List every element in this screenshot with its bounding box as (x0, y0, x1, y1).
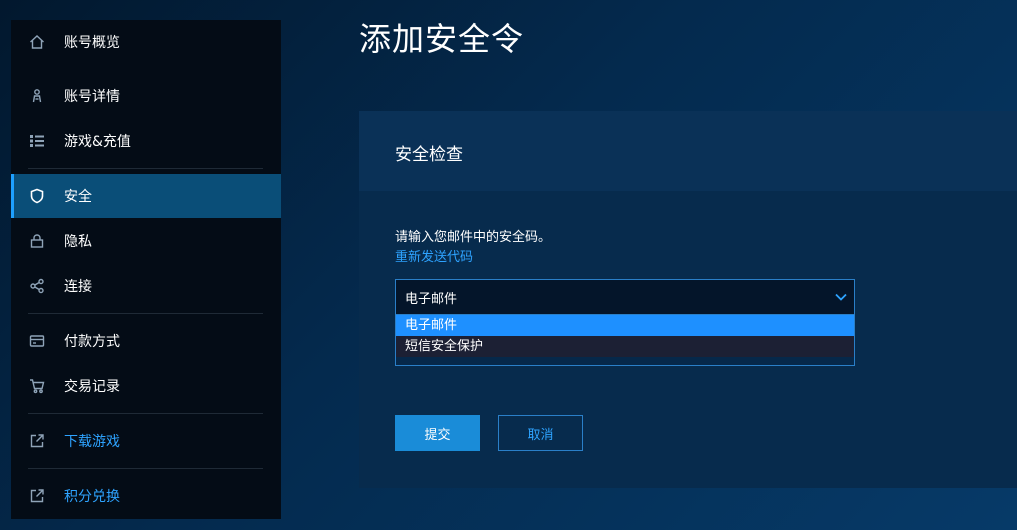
sidebar-item-label: 安全 (64, 189, 92, 205)
card-header: 安全检查 (359, 111, 1017, 191)
home-icon (28, 33, 46, 51)
instruction-text: 请输入您邮件中的安全码。 (395, 230, 552, 245)
sidebar-item-label: 游戏&充值 (64, 134, 131, 150)
external-link-icon (28, 432, 46, 450)
card-title: 安全检查 (395, 145, 463, 165)
sidebar: 账号概览 账号详情 游戏&充值 安全 隐私 连接 付款方式 交易记录 下载游戏 … (11, 20, 281, 519)
security-check-card: 安全检查 请输入您邮件中的安全码。 重新发送代码 电子邮件 电子邮件 短信安全保… (359, 111, 1017, 488)
sidebar-item-games[interactable]: 游戏&充值 (11, 119, 281, 163)
sidebar-item-points-redeem[interactable]: 积分兑换 (11, 474, 281, 518)
sidebar-item-label: 积分兑换 (64, 489, 120, 505)
sidebar-item-account-overview[interactable]: 账号概览 (11, 20, 281, 64)
select-value: 电子邮件 (405, 291, 458, 307)
sidebar-item-download-games[interactable]: 下载游戏 (11, 419, 281, 463)
page-title: 添加安全令 (359, 20, 525, 58)
sidebar-item-label: 隐私 (64, 234, 92, 250)
sidebar-item-payment-methods[interactable]: 付款方式 (11, 319, 281, 363)
sidebar-divider (28, 413, 263, 414)
shield-icon (28, 187, 46, 205)
verification-method-dropdown: 电子邮件 短信安全保护 (395, 315, 855, 366)
sidebar-item-label: 账号详情 (64, 89, 120, 105)
verification-method-select[interactable]: 电子邮件 (395, 279, 855, 315)
cancel-button[interactable]: 取消 (498, 415, 583, 451)
sidebar-item-label: 交易记录 (64, 379, 120, 395)
sidebar-item-label: 下载游戏 (64, 434, 120, 450)
sidebar-divider (28, 468, 263, 469)
credit-card-icon (28, 332, 46, 350)
sidebar-item-label: 付款方式 (64, 334, 120, 350)
sidebar-item-connections[interactable]: 连接 (11, 264, 281, 308)
sidebar-item-account-details[interactable]: 账号详情 (11, 74, 281, 118)
sidebar-item-label: 账号概览 (64, 35, 120, 51)
sidebar-divider (28, 313, 263, 314)
sidebar-item-privacy[interactable]: 隐私 (11, 219, 281, 263)
resend-code-link[interactable]: 重新发送代码 (395, 246, 473, 265)
lock-icon (28, 232, 46, 250)
person-icon (28, 87, 46, 105)
list-icon (28, 132, 46, 150)
sidebar-item-transactions[interactable]: 交易记录 (11, 364, 281, 408)
dropdown-option-email[interactable]: 电子邮件 (396, 315, 854, 336)
external-link-icon (28, 487, 46, 505)
chevron-down-icon (835, 293, 847, 301)
share-icon (28, 277, 46, 295)
sidebar-item-security[interactable]: 安全 (11, 174, 281, 218)
dropdown-option-sms[interactable]: 短信安全保护 (396, 336, 854, 357)
cart-icon (28, 377, 46, 395)
submit-button[interactable]: 提交 (395, 415, 480, 451)
sidebar-item-label: 连接 (64, 279, 92, 295)
sidebar-divider (28, 168, 263, 169)
